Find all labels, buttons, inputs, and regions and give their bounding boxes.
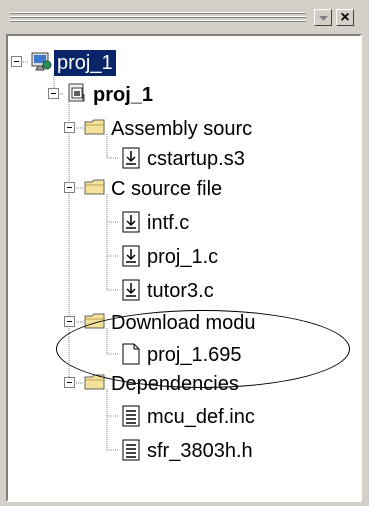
tree-project-node[interactable]: proj_1 xyxy=(90,80,156,110)
collapse-toggle[interactable] xyxy=(64,122,75,133)
folder-icon xyxy=(84,313,105,329)
collapse-toggle[interactable] xyxy=(11,56,22,67)
group-label: Dependencies xyxy=(111,373,239,395)
tree-group-c-source[interactable]: C source file xyxy=(108,174,225,204)
folder-icon xyxy=(84,179,105,195)
collapse-toggle[interactable] xyxy=(64,182,75,193)
source-file-icon xyxy=(122,147,140,169)
blank-file-icon xyxy=(122,343,140,365)
group-label: C source file xyxy=(111,178,223,200)
drag-grip[interactable] xyxy=(10,12,306,24)
file-label: intf.c xyxy=(147,212,190,234)
panel-titlebar[interactable]: × xyxy=(4,4,362,30)
source-file-icon xyxy=(122,279,140,301)
folder-icon xyxy=(84,374,105,390)
chevron-down-icon xyxy=(318,9,328,27)
file-label: mcu_def.inc xyxy=(147,406,255,428)
file-label: tutor3.c xyxy=(147,280,214,302)
tree-file-cstartup[interactable]: cstartup.s3 xyxy=(144,144,248,174)
file-label: proj_1.695 xyxy=(147,344,242,366)
tree-file-sfr-3803h[interactable]: sfr_3803h.h xyxy=(144,436,256,466)
project-label: proj_1 xyxy=(93,84,154,106)
file-label: sfr_3803h.h xyxy=(147,440,253,462)
tree-group-download[interactable]: Download modu xyxy=(108,308,259,338)
group-label: Download modu xyxy=(111,312,256,334)
collapse-toggle[interactable] xyxy=(48,88,59,99)
file-label: cstartup.s3 xyxy=(147,148,245,170)
collapse-toggle[interactable] xyxy=(64,316,75,327)
file-label: proj_1.c xyxy=(147,246,219,268)
tree-file-proj1-c[interactable]: proj_1.c xyxy=(144,242,221,272)
folder-icon xyxy=(84,119,105,135)
collapse-toggle[interactable] xyxy=(64,377,75,388)
source-file-icon xyxy=(122,245,140,267)
project-tree-view[interactable]: proj_1 proj_1 Assembly sourc cstartup.s3… xyxy=(6,34,362,502)
workspace-panel: × proj_1 proj_1 Assembly sourc cstartup.… xyxy=(0,0,369,506)
project-icon xyxy=(68,83,85,102)
text-file-icon xyxy=(122,405,140,427)
close-button[interactable]: × xyxy=(336,9,354,26)
group-label: Assembly sourc xyxy=(111,118,253,140)
workspace-icon xyxy=(31,52,52,71)
tree-root-workspace[interactable]: proj_1 xyxy=(54,48,116,78)
tree-group-assembly[interactable]: Assembly sourc xyxy=(108,114,255,144)
tree-file-mcu-def[interactable]: mcu_def.inc xyxy=(144,402,258,432)
tree-file-intf[interactable]: intf.c xyxy=(144,208,192,238)
tree-group-dependencies[interactable]: Dependencies xyxy=(108,369,242,399)
source-file-icon xyxy=(122,211,140,233)
tree-file-tutor3[interactable]: tutor3.c xyxy=(144,276,217,306)
dropdown-button[interactable] xyxy=(314,9,332,26)
workspace-label: proj_1 xyxy=(54,50,116,76)
close-icon: × xyxy=(340,8,350,26)
tree-file-proj1-695[interactable]: proj_1.695 xyxy=(144,340,245,370)
text-file-icon xyxy=(122,439,140,461)
